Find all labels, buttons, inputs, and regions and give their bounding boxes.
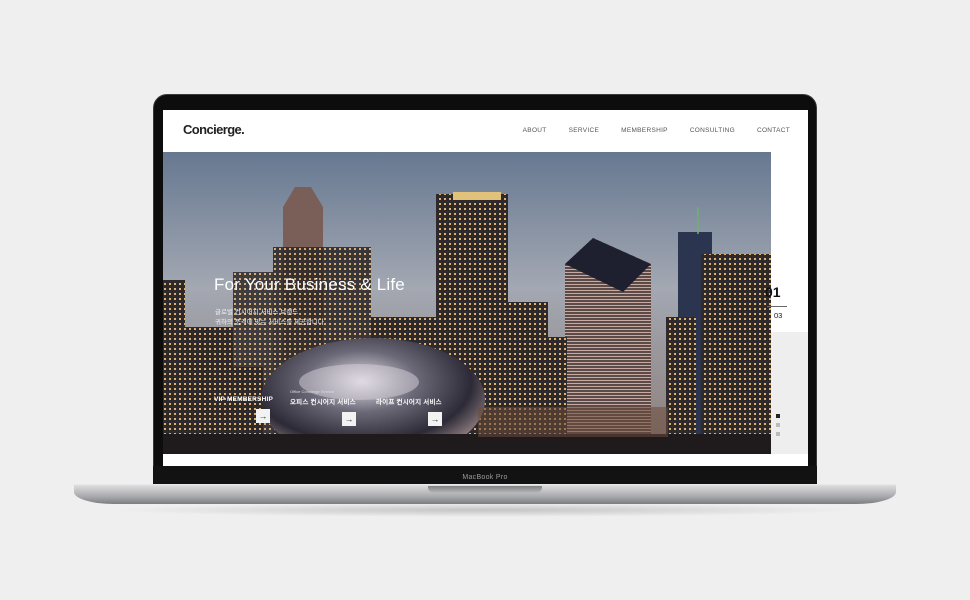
device-label: MacBook Pro (462, 474, 508, 481)
arrow-right-icon[interactable]: → (342, 412, 356, 426)
laptop-shadow (110, 503, 860, 517)
hero-title: For Your Business & Life (214, 275, 405, 294)
service-tag (214, 389, 273, 394)
site-logo[interactable]: Concierge. (183, 122, 245, 137)
service-tag (376, 389, 442, 394)
nav-item-consulting[interactable]: CONSULTING (690, 127, 735, 134)
slider-dot-3[interactable] (776, 432, 780, 436)
arrow-right-icon[interactable]: → (428, 412, 442, 426)
nav-item-service[interactable]: SERVICE (569, 127, 600, 134)
hero-slide: For Your Business & Life 글로벌 컨시어지 서비스 브랜… (163, 152, 771, 454)
slide-counter-divider (767, 306, 787, 307)
nav-item-membership[interactable]: MEMBERSHIP (621, 127, 668, 134)
service-label: 오피스 컨시어지 서비스 (290, 399, 356, 406)
laptop-notch (428, 486, 542, 493)
main-nav: ABOUT SERVICE MEMBERSHIP CONSULTING CONT… (523, 127, 790, 134)
hero-subtitle-line: 글로벌 컨시어지 서비스 브랜드 (215, 309, 299, 316)
service-life-concierge: 라이프 컨시어지 서비스 → (376, 389, 442, 426)
slide-counter-total: 03 (774, 311, 783, 320)
hero-subtitle-line: 귀하의 품격에 맞는 서비스를 제공합니다 (215, 319, 324, 326)
service-tag: Office Concierge Service (290, 389, 335, 394)
arrow-right-icon[interactable]: → (256, 409, 270, 423)
slider-dot-2[interactable] (776, 423, 780, 427)
slide-counter-current: 01 (765, 284, 781, 300)
service-vip-membership: VIP MEMBERSHIP → (214, 389, 273, 423)
website-screen: Concierge. ABOUT SERVICE MEMBERSHIP CONS… (163, 110, 808, 466)
nav-item-contact[interactable]: CONTACT (757, 127, 790, 134)
service-office-concierge: Office Concierge Service 오피스 컨시어지 서비스 → (290, 389, 356, 426)
service-label: 라이프 컨시어지 서비스 (376, 399, 442, 406)
slider-pagination (776, 414, 780, 436)
service-label: VIP MEMBERSHIP (214, 396, 274, 403)
nav-item-about[interactable]: ABOUT (523, 127, 547, 134)
slider-dot-1[interactable] (776, 414, 780, 418)
hero-subtitle: 글로벌 컨시어지 서비스 브랜드 귀하의 품격에 맞는 서비스를 제공합니다 (215, 308, 324, 328)
